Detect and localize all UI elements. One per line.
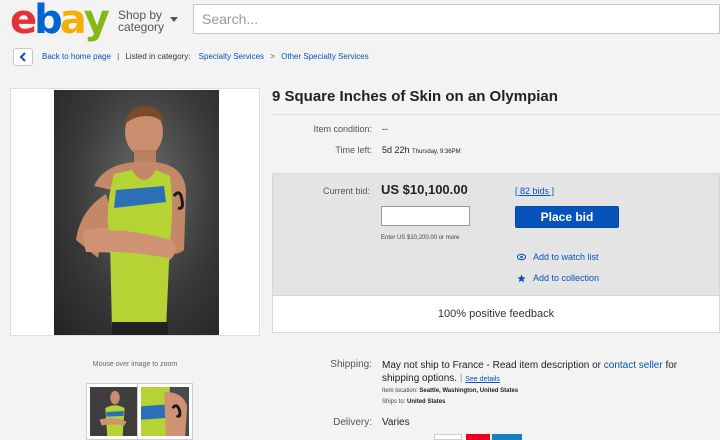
breadcrumb: Back to home page | Listed in category: … [42,52,369,61]
mastercard-icon [466,434,490,440]
main-image-panel[interactable] [10,88,260,336]
back-to-home-link[interactable]: Back to home page [42,52,111,61]
shipping-info: May not ship to France - Read item descr… [382,360,678,384]
condition-label: Item condition: [313,124,372,134]
logo-letter-b: b [34,0,63,43]
ebay-logo[interactable]: ebay [10,0,110,44]
chevron-left-icon [19,52,26,62]
delivery-label: Delivery: [333,417,372,428]
current-bid-label: Current bid: [322,186,370,196]
ships-to: Ships to: United States [382,399,445,405]
thumbnail-1[interactable] [86,383,142,440]
see-details-link[interactable]: See details [465,376,500,383]
athlete-photo [76,106,186,335]
current-bid-value: US $10,100.00 [381,182,468,197]
category-link-specialty[interactable]: Specialty Services [199,52,264,61]
payment-logos [382,434,582,440]
back-button[interactable] [13,48,33,66]
thumbnail-image [99,390,127,436]
shop-by-category-button[interactable]: Shop by category [118,9,178,34]
bids-count-link[interactable]: [ 82 bids ] [515,186,554,196]
logo-letter-e: e [10,0,37,43]
shop-by-line2: category [118,20,165,34]
thumbnail-2[interactable] [137,383,193,440]
item-location-label: Item location: [382,388,418,394]
eye-icon [517,253,526,262]
search-input[interactable]: Search... [193,4,720,34]
amex-icon [492,434,522,440]
item-title: 9 Square Inches of Skin on an Olympian [272,88,558,105]
shipping-text: May not ship to France - Read item descr… [382,360,601,371]
condition-value: -- [382,124,388,134]
item-location-value: Seattle, Washington, United States [419,388,519,394]
enter-bid-hint: Enter US $10,200.00 or more [381,235,460,241]
category-link-other[interactable]: Other Specialty Services [281,52,369,61]
add-to-watch-list-link[interactable]: Add to watch list [517,252,599,262]
logo-letter-y: y [83,0,110,43]
collection-label: Add to collection [533,273,600,283]
ships-to-value: United States [407,399,446,405]
thumbnail-image [141,387,188,436]
listed-in-label: Listed in category: [125,52,191,61]
watch-list-label: Add to watch list [533,252,599,262]
ships-to-label: Ships to: [382,399,406,405]
time-left-label: Time left: [335,145,372,155]
breadcrumb-separator: > [270,52,275,61]
time-left-detail: Thursday, 9:36PM [412,149,461,155]
logo-letter-a: a [59,0,87,43]
star-icon [517,273,526,283]
add-to-collection-link[interactable]: Add to collection [517,273,599,283]
delivery-value: Varies [382,417,410,428]
chevron-down-icon [170,17,178,22]
shipping-label: Shipping: [330,359,372,370]
search-placeholder: Search... [202,11,259,27]
place-bid-button[interactable]: Place bid [515,206,619,228]
payment-card-icon [434,434,462,440]
feedback-text: 100% positive feedback [437,308,555,320]
divider [272,114,720,115]
contact-seller-link[interactable]: contact seller [604,360,663,371]
time-left: 5d 22h Thursday, 9:36PM [382,145,461,155]
main-product-image[interactable] [54,90,219,335]
time-left-value: 5d 22h [382,145,410,155]
bid-amount-input[interactable] [381,206,470,226]
zoom-hint: Mouse over image to zoom [92,361,178,368]
item-location: Item location: Seattle, Washington, Unit… [382,388,518,394]
seller-feedback: 100% positive feedback [272,296,720,333]
